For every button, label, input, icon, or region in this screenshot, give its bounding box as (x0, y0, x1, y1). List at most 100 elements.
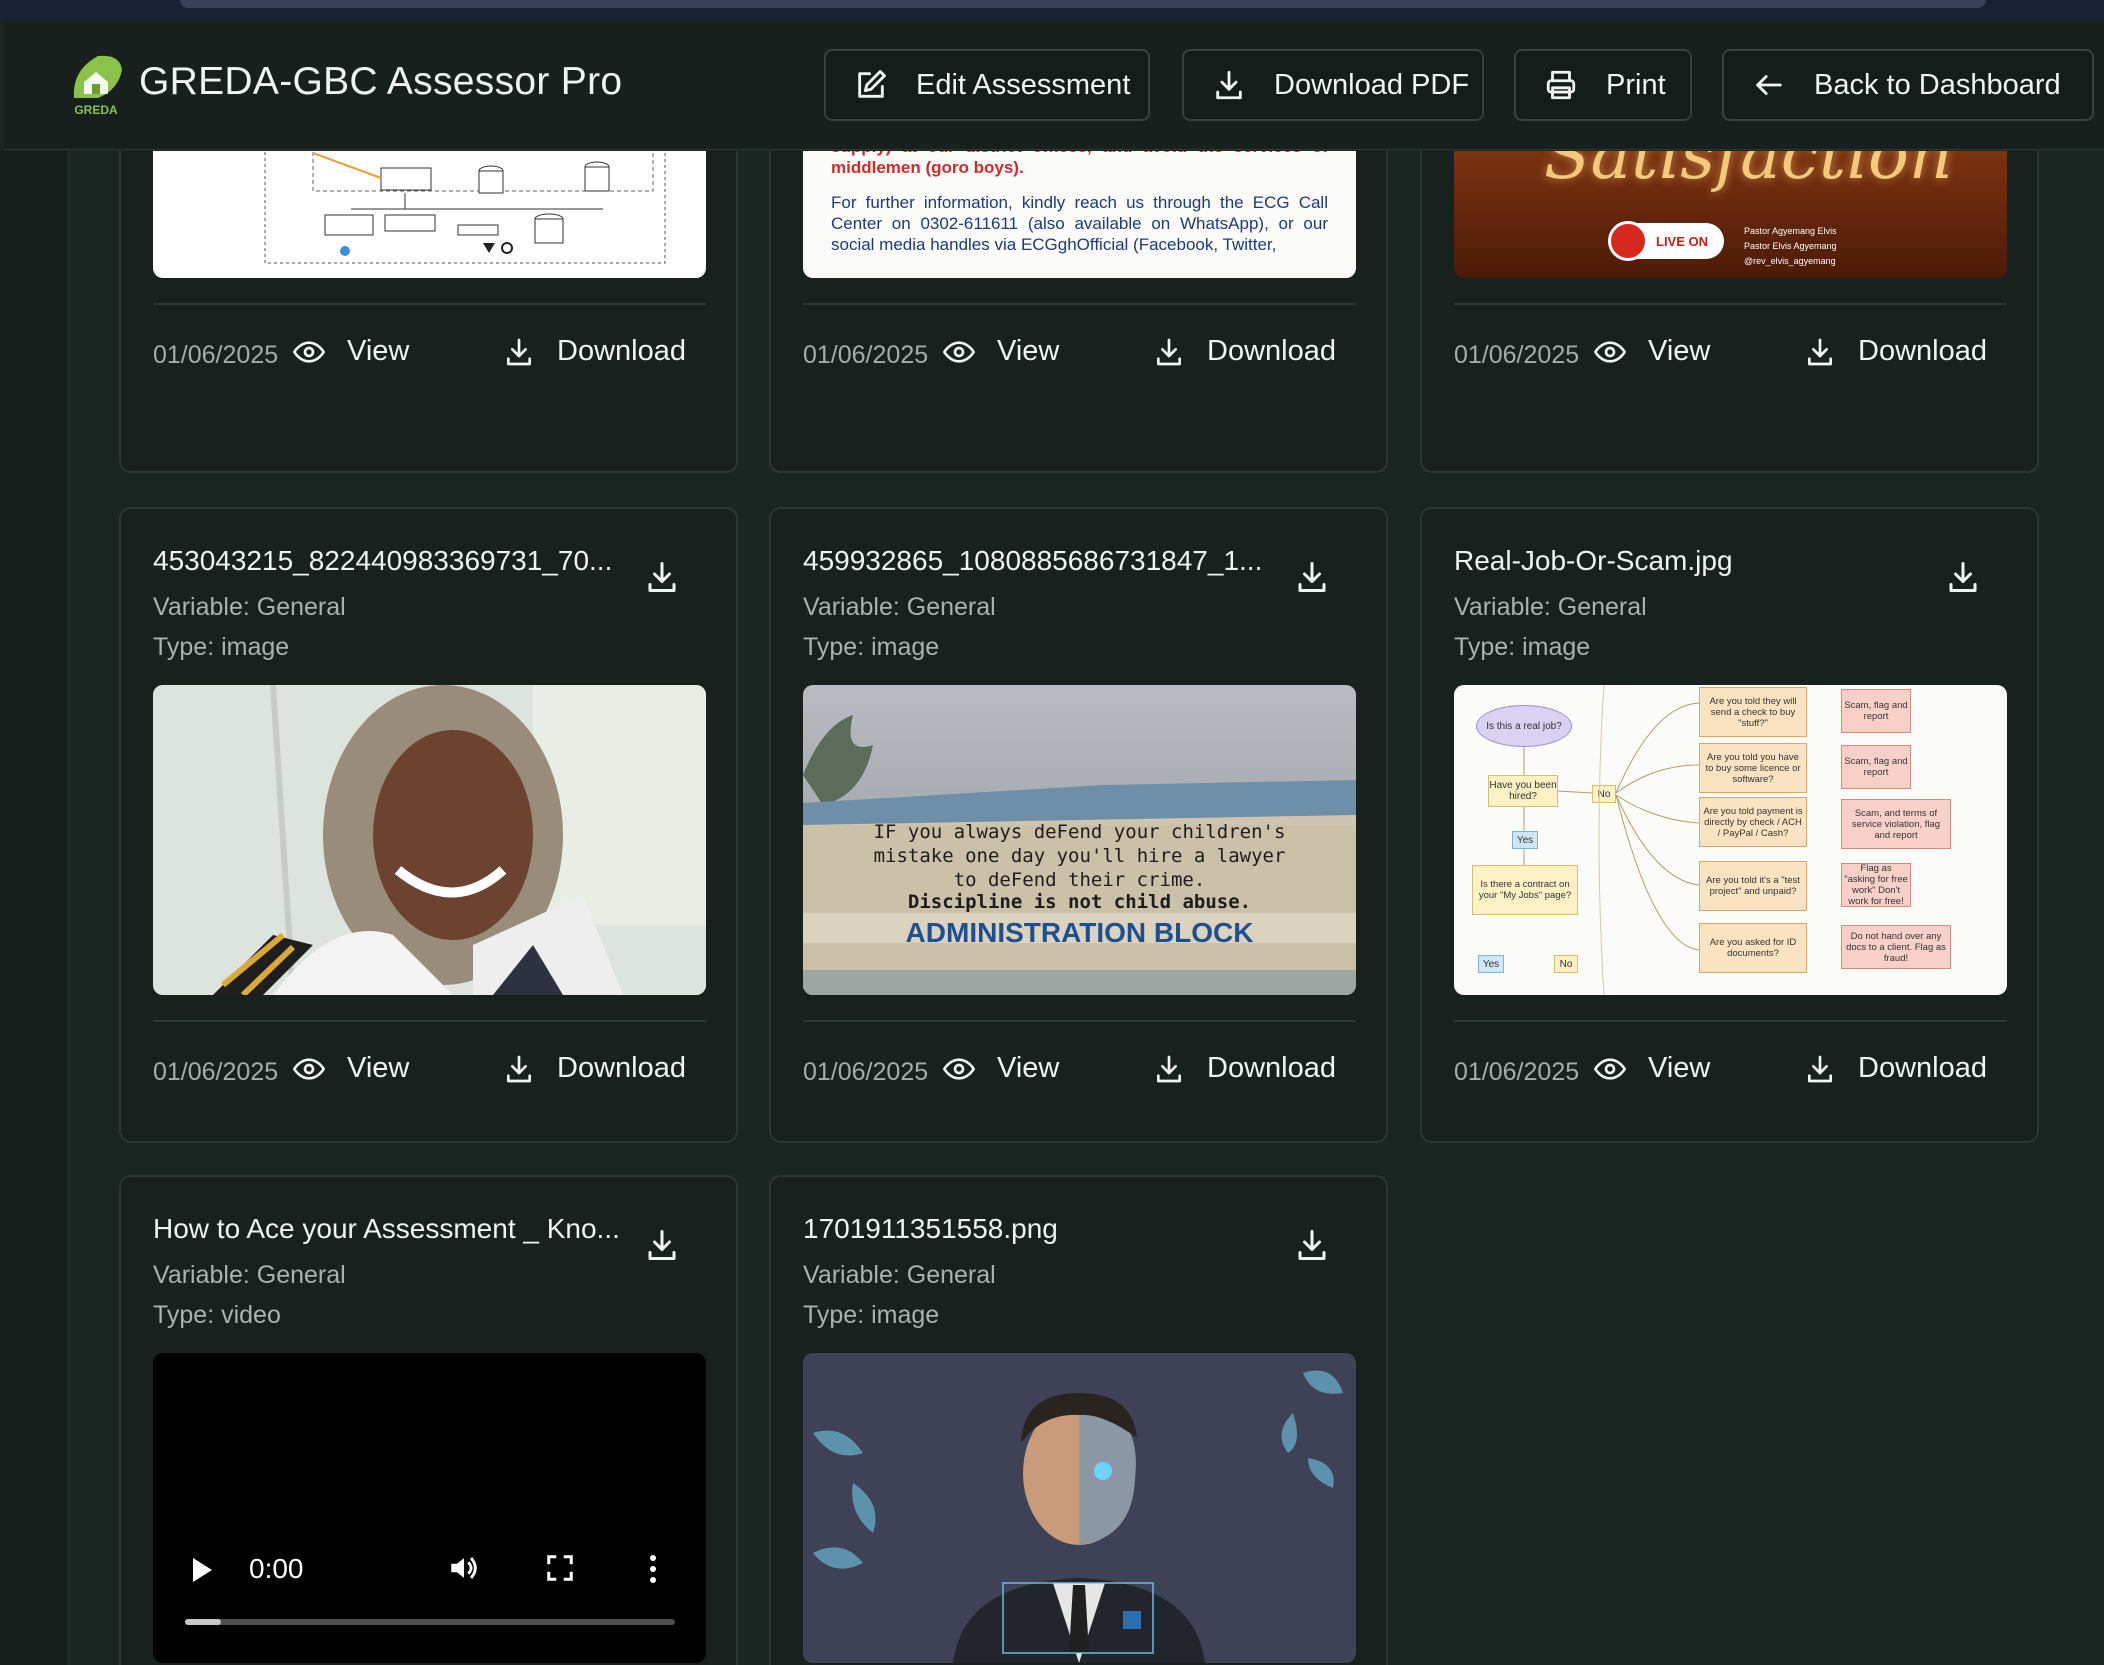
type-label: Type: image (1454, 633, 1591, 661)
sign-line: to deFend their crime. (953, 869, 1206, 891)
browser-top-strip (0, 0, 2104, 20)
evidence-gallery: 01/06/2025 View Download Customers are e… (0, 151, 2104, 1665)
cyborg-portrait-image[interactable] (803, 1353, 1356, 1663)
upload-date: 01/06/2025 (803, 1058, 929, 1086)
view-label: View (997, 335, 1060, 367)
ecg-notice-image[interactable]: Customers are encouraged to ONLY apply f… (803, 151, 1356, 278)
volume-icon[interactable] (447, 1551, 481, 1585)
sign-line: mistake one day you'll hire a lawyer (873, 845, 1286, 867)
flow-question: Are you told payment is directly by chec… (1699, 797, 1807, 847)
file-name: How to Ace your Assessment _ Kno... (153, 1213, 620, 1244)
card-divider (803, 303, 1356, 305)
video-time: 0:00 (249, 1553, 304, 1584)
evidence-card: Real-Job-Or-Scam.jpg Variable: General T… (1420, 507, 2039, 1143)
evidence-card: 459932865_1080885686731847_1... Variable… (769, 507, 1388, 1143)
eye-icon (1594, 1057, 1626, 1080)
download-icon (507, 1055, 531, 1082)
download-button[interactable]: Download (503, 335, 686, 368)
view-label: View (1648, 335, 1711, 367)
sidebar-edge (0, 151, 69, 1665)
upload-date: 01/06/2025 (153, 341, 279, 369)
download-icon (507, 338, 531, 365)
sign-line: IF you always deFend your children's (873, 821, 1286, 843)
download-icon (1808, 1055, 1832, 1082)
upload-date: 01/06/2025 (803, 341, 929, 369)
live-dot-icon (1608, 221, 1648, 261)
download-icon[interactable] (1294, 1227, 1330, 1263)
scam-flowchart-image[interactable]: Is this a real job? Have you been hired?… (1454, 685, 2007, 995)
card-divider (153, 303, 706, 305)
upload-date: 01/06/2025 (1454, 341, 1580, 369)
edit-assessment-button[interactable]: Edit Assessment (824, 49, 1150, 121)
flow-question: Are you asked for ID documents? (1699, 923, 1807, 973)
flyer-line: Pastor Agyemang Elvis (1744, 226, 1837, 236)
view-button[interactable]: View (293, 1052, 409, 1085)
sign-line: Discipline is not child abuse. (907, 891, 1252, 913)
evidence-card: How to Ace your Assessment _ Kno... Vari… (119, 1175, 738, 1665)
download-button[interactable]: Download (1153, 1052, 1336, 1085)
download-button[interactable]: Download (1804, 1052, 1987, 1085)
type-label: Type: image (803, 633, 940, 661)
download-icon (1157, 1055, 1181, 1082)
variable-label: Variable: General (1454, 593, 1647, 621)
arrow-left-icon (1756, 75, 1782, 95)
download-icon[interactable] (644, 1227, 680, 1263)
download-icon[interactable] (1945, 559, 1981, 595)
more-vertical-icon[interactable] (647, 1553, 659, 1585)
download-icon (1216, 70, 1242, 100)
type-label: Type: video (153, 1301, 281, 1329)
live-label: LIVE ON (1656, 233, 1709, 249)
video-player[interactable]: 0:00 (153, 1353, 706, 1663)
satisfaction-flyer-image[interactable]: Satisfaction LIVE ON Pastor Agyemang Elv… (1454, 151, 2007, 278)
video-progress-fill (185, 1619, 221, 1625)
evidence-card: 01/06/2025 View Download (119, 151, 738, 473)
view-button[interactable]: View (943, 335, 1059, 368)
view-button[interactable]: View (1594, 1052, 1710, 1085)
print-button[interactable]: Print (1514, 49, 1692, 121)
card-divider (803, 1020, 1356, 1022)
eye-icon (943, 1057, 975, 1080)
download-button[interactable]: Download (503, 1052, 686, 1085)
download-button[interactable]: Download (1153, 335, 1336, 368)
type-label: Type: image (803, 1301, 940, 1329)
diagram-drawing (264, 151, 666, 264)
pilot-portrait-image[interactable] (153, 685, 706, 995)
eye-icon (293, 340, 325, 363)
download-label: Download (1207, 1052, 1336, 1084)
evidence-card: Satisfaction LIVE ON Pastor Agyemang Elv… (1420, 151, 2039, 473)
view-button[interactable]: View (1594, 335, 1710, 368)
notice-warning-text: Customers are encouraged to ONLY apply f… (831, 151, 1328, 177)
view-button[interactable]: View (943, 1052, 1059, 1085)
view-label: View (347, 335, 410, 367)
flow-outcome: Scam, flag and report (1841, 689, 1911, 733)
architecture-diagram-image[interactable] (153, 151, 706, 278)
edit-assessment-label: Edit Assessment (916, 68, 1131, 101)
notice-contact-text: For further information, kindly reach us… (831, 193, 1328, 254)
download-icon[interactable] (644, 559, 680, 595)
fullscreen-icon[interactable] (545, 1553, 575, 1583)
download-label: Download (1858, 1052, 1987, 1084)
app-header: GREDA GREDA-GBC Assessor Pro Edit Assess… (4, 20, 2104, 150)
download-button[interactable]: Download (1804, 335, 1987, 368)
download-pdf-button[interactable]: Download PDF (1182, 49, 1484, 121)
view-label: View (347, 1052, 410, 1084)
play-icon[interactable] (189, 1555, 215, 1585)
flow-outcome: Flag as "asking for free work" Don't wor… (1841, 863, 1911, 907)
flyer-lower-panel: Satisfaction LIVE ON Pastor Agyemang Elv… (1454, 151, 2007, 278)
flow-outcome: Do not hand over any docs to a client. F… (1841, 925, 1951, 969)
file-name: 1701911351558.png (803, 1213, 1058, 1244)
card-divider (1454, 303, 2007, 305)
edit-icon (858, 70, 886, 98)
administration-block-image[interactable]: IF you always deFend your children's mis… (803, 685, 1356, 995)
flyer-line: @rev_elvis_agyemang (1744, 256, 1836, 266)
video-progress-bar[interactable] (185, 1619, 675, 1625)
flow-question: Are you told you have to buy some licenc… (1699, 743, 1807, 793)
scroll-strip (180, 0, 1986, 8)
download-icon[interactable] (1294, 559, 1330, 595)
back-to-dashboard-label: Back to Dashboard (1814, 68, 2061, 101)
view-button[interactable]: View (293, 335, 409, 368)
eye-icon (293, 1057, 325, 1080)
variable-label: Variable: General (803, 1261, 996, 1289)
download-icon (1157, 338, 1181, 365)
back-to-dashboard-button[interactable]: Back to Dashboard (1722, 49, 2094, 121)
